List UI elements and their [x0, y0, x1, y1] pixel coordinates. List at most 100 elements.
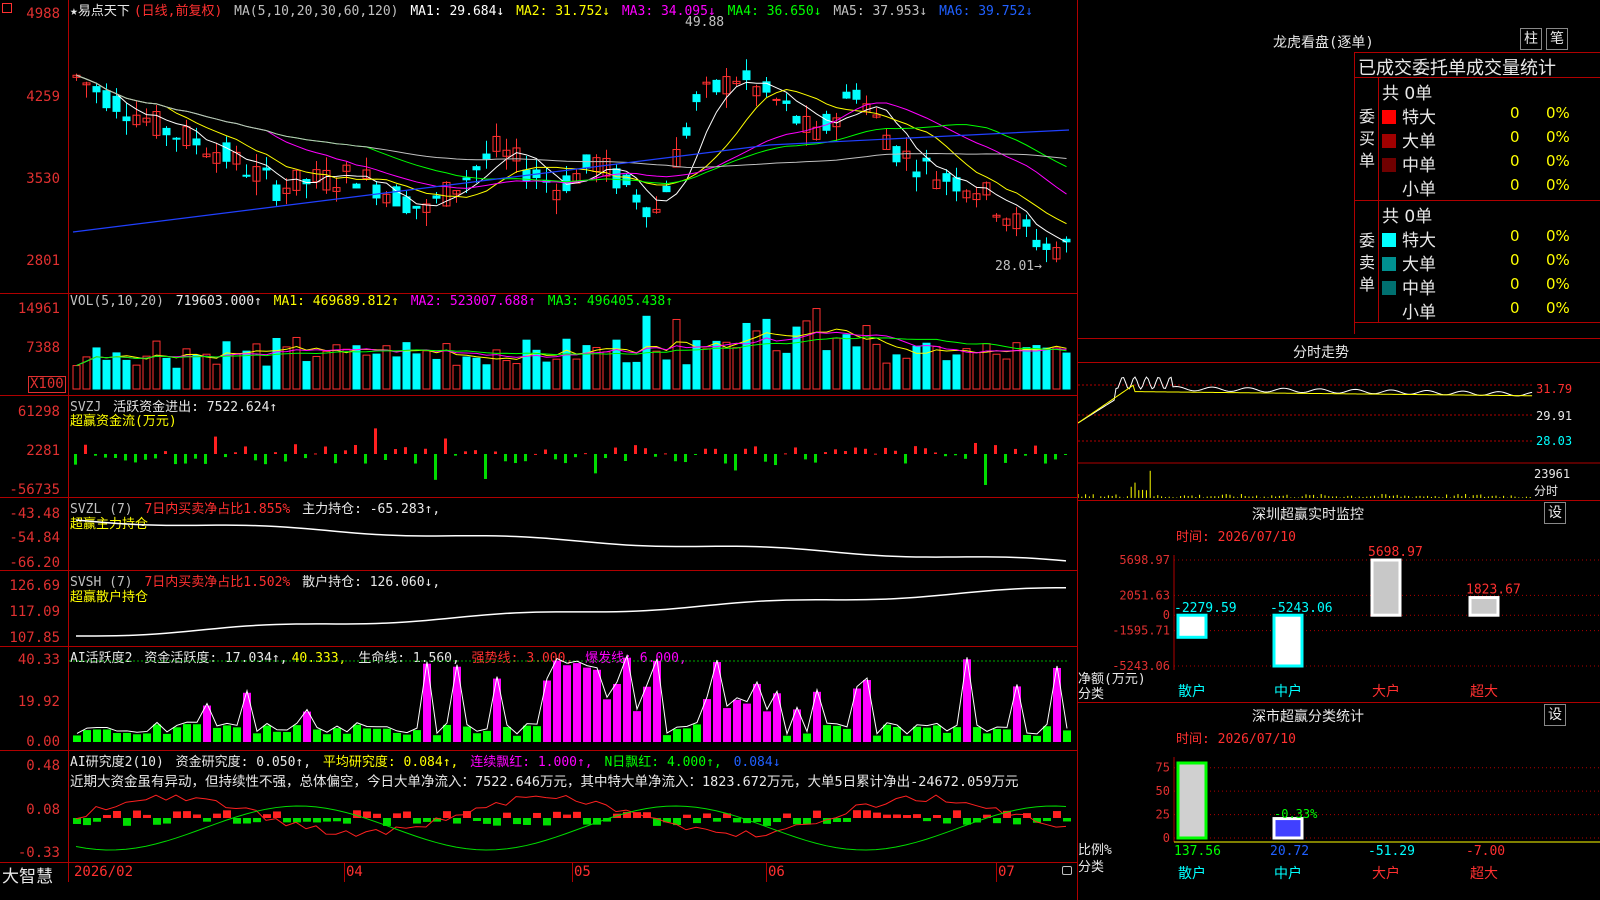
research-bar [553, 811, 561, 818]
flow-bar [774, 454, 777, 466]
volume-chart[interactable] [69, 294, 1077, 395]
activity-bar [683, 728, 691, 742]
monitor-y-tick: 2051.63 [1119, 588, 1170, 602]
flow-bar [634, 445, 637, 454]
candle [662, 185, 671, 193]
monitor-value-label: -2279.59 [1174, 601, 1237, 616]
tick-view-button[interactable]: 笔 [1546, 28, 1568, 50]
volume-bar [172, 367, 181, 390]
flow-bar [734, 454, 737, 471]
volume-bar [402, 342, 411, 390]
classify-chart[interactable]: 75 50 25 0 137.56 散户 20.72 中户 -51.29 大户 -7.00 超大 -0.… [1078, 742, 1600, 900]
volume-bar [462, 356, 471, 390]
ai-research-chart[interactable] [69, 788, 1077, 862]
flow-bar [304, 454, 307, 459]
research-bar [163, 818, 171, 824]
ai-res-d1: 资金研究度: 0.050↑, [175, 755, 312, 770]
volume-bar [722, 341, 731, 390]
monitor-settings-button[interactable]: 设 [1544, 502, 1566, 524]
activity-bar [603, 699, 611, 742]
activity-bar [373, 728, 381, 742]
candle [792, 115, 801, 124]
candle [612, 168, 621, 189]
flow-bar [644, 448, 647, 454]
monitor-chart[interactable]: 5698.97 2051.63 0 -1595.71 -5243.06 -2279.59 散… [1078, 540, 1600, 702]
flow-bar [674, 454, 677, 462]
research-bar [563, 814, 571, 818]
monitor-value-label: 5698.97 [1368, 545, 1423, 560]
classify-settings-button[interactable]: 设 [1544, 704, 1566, 726]
activity-bar [1003, 729, 1011, 742]
monitor-category: 散户 [1178, 683, 1206, 700]
classify-value-label: 20.72 [1270, 844, 1309, 859]
flow-bar [104, 454, 107, 458]
flow-bar [324, 446, 327, 454]
vol-y-tick: 7388 [26, 340, 60, 356]
kline-chart[interactable]: 49.88 28.01→ [69, 0, 1077, 293]
lock-icon[interactable] [1062, 866, 1072, 875]
svsh-chart[interactable] [69, 571, 1077, 646]
volume-bar [1032, 345, 1041, 390]
x-axis-label: 07 [998, 864, 1015, 880]
research-bar [113, 810, 121, 818]
classify-title: 深市超赢分类统计 [1252, 709, 1364, 725]
research-bar [123, 818, 131, 826]
research-bar [183, 811, 191, 818]
vol-y-tick: 14961 [17, 301, 60, 317]
candle [712, 79, 721, 93]
volume-bar [1062, 352, 1071, 390]
buy-order-label: 委买单 [1359, 107, 1376, 170]
volume-bar [312, 355, 321, 390]
volume-bar [142, 355, 151, 390]
flow-bar [114, 454, 117, 458]
candle [642, 207, 651, 218]
volume-bar [1022, 347, 1031, 390]
volume-bar [782, 352, 791, 390]
svsh-y-tick: 107.85 [9, 630, 60, 646]
flow-bar [534, 453, 537, 455]
main-chart-area[interactable]: 4988 4259 3530 2801 ★易点天下 (日线,前复权) MA(5,1… [0, 0, 1078, 900]
flow-bar [134, 454, 137, 463]
flow-bar [794, 447, 797, 454]
research-bar [683, 814, 691, 818]
sell-row: 中单 [1382, 274, 1436, 299]
activity-bar [783, 735, 791, 742]
flow-bar [344, 450, 347, 454]
volume-bar [482, 364, 491, 390]
activity-bar [293, 725, 301, 742]
sell-l-value: 0 [1510, 251, 1520, 269]
activity-bar [843, 728, 851, 742]
buy-xl-swatch [1382, 110, 1396, 124]
intraday-chart[interactable]: 31.79 29.91 28.03 23961 分时 [1078, 363, 1600, 500]
volume-bar [972, 352, 981, 390]
svzj-chart[interactable] [69, 396, 1077, 497]
research-bar [873, 812, 881, 818]
activity-bar [303, 711, 311, 742]
volume-bar [122, 359, 131, 390]
volume-bar [742, 322, 751, 390]
volume-bar [612, 339, 621, 390]
activity-bar [753, 683, 761, 742]
candle [852, 89, 861, 100]
column-view-button[interactable]: 柱 [1520, 28, 1542, 50]
buy-s-value: 0 [1510, 176, 1520, 194]
monitor-value-label: 1823.67 [1466, 583, 1521, 598]
flow-bar [334, 454, 337, 464]
volume-bar [812, 308, 821, 390]
svzl-chart[interactable] [69, 498, 1077, 570]
ai-act-y-tick: 0.00 [26, 734, 60, 750]
volume-bar [472, 357, 481, 390]
activity-bar [823, 725, 831, 742]
activity-bar [923, 727, 931, 742]
intraday-title: 分时走势 [1293, 345, 1349, 361]
flow-bar [704, 448, 707, 454]
flow-bar [484, 454, 487, 479]
ai-activity-chart[interactable] [69, 647, 1077, 750]
research-bar [453, 818, 461, 824]
volume-bar [1012, 342, 1021, 390]
volume-bar [892, 354, 901, 390]
flow-bar [244, 446, 247, 454]
volume-bar [852, 346, 861, 390]
classify-y-tick: 0 [1163, 831, 1170, 845]
flow-bar [754, 446, 757, 454]
